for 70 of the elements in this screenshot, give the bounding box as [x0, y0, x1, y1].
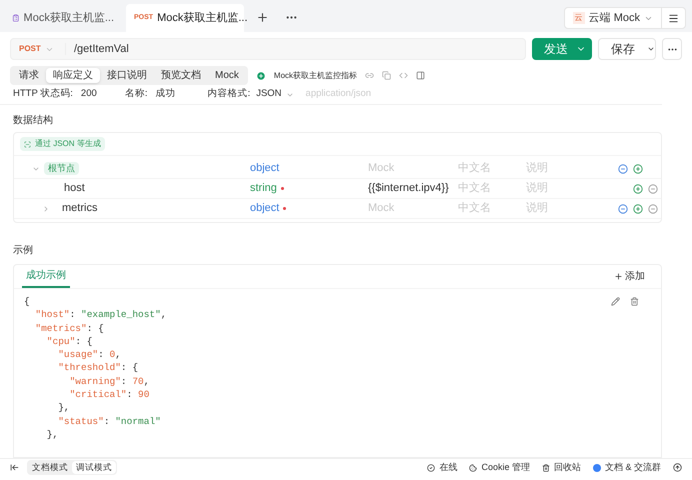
status-code-value[interactable]: 200	[80, 87, 113, 102]
required-mark[interactable]	[280, 187, 284, 190]
section-tab[interactable]: 响应定义	[46, 68, 100, 83]
field-type[interactable]: object	[250, 200, 280, 217]
url-field[interactable]: POST /getItemVal	[10, 38, 526, 60]
section-tab[interactable]: 请求	[12, 68, 46, 83]
section-title: 示例	[12, 244, 34, 258]
send-button[interactable]: 发送	[532, 38, 592, 60]
online-status[interactable]: 在线	[427, 460, 458, 474]
collapse-icon[interactable]	[618, 164, 628, 174]
mock-field[interactable]: {{$internet.ipv4}}	[368, 180, 458, 197]
add-icon[interactable]	[633, 204, 643, 214]
code-line: "cpu": {	[46, 334, 94, 348]
code-line: "metrics": {	[34, 322, 105, 335]
name-label: 名称:	[124, 87, 148, 102]
link-icon[interactable]	[365, 71, 374, 80]
plus-icon	[614, 272, 623, 281]
mode-toggle[interactable]: 调试模式	[72, 461, 116, 474]
code-line: "threshold": {	[57, 361, 140, 375]
collapse-icon[interactable]	[618, 204, 628, 214]
section-tab[interactable]: Mock	[208, 68, 246, 83]
content-format-dropdown[interactable]: JSON	[256, 87, 294, 102]
section-tab[interactable]: 预览文档	[154, 68, 208, 83]
example-tab[interactable]: 成功示例	[22, 265, 70, 288]
section-tab[interactable]: 接口说明	[100, 68, 154, 83]
status-code-label: HTTP 状态码:	[13, 87, 73, 102]
code-line: "host": "example_host",	[34, 308, 168, 322]
required-mark[interactable]	[283, 207, 286, 210]
mode-toggle[interactable]: 文档模式	[28, 461, 72, 474]
add-icon[interactable]	[633, 164, 643, 174]
scan-icon	[24, 140, 31, 148]
document-tab[interactable]: Mock获取主机监...	[4, 4, 122, 32]
document-icon	[12, 13, 20, 23]
cookie-manager-button[interactable]: Cookie 管理	[469, 460, 530, 474]
delete-icon[interactable]	[630, 297, 639, 306]
field-name: host	[64, 181, 85, 196]
collapse-sidebar-icon[interactable]	[10, 463, 19, 472]
trash-icon	[542, 464, 550, 472]
add-example-button[interactable]: 添加	[614, 269, 653, 284]
code-line: },	[57, 401, 71, 415]
tab-title: Mock获取主机监...	[24, 10, 114, 26]
check-circle-icon	[427, 464, 436, 472]
upload-icon[interactable]	[673, 463, 682, 472]
new-tab-icon[interactable]	[256, 11, 269, 24]
add-icon[interactable]	[633, 184, 643, 194]
field-type[interactable]: string	[250, 180, 277, 197]
docs-community-button[interactable]: 文档 & 交流群	[592, 460, 661, 474]
name-value[interactable]: 成功	[156, 87, 196, 102]
code-line: {	[24, 295, 31, 308]
remove-icon[interactable]	[648, 184, 658, 194]
response-name: Mock获取主机监控指标	[274, 70, 358, 82]
edit-icon[interactable]	[611, 297, 620, 306]
field-name: 根节点	[44, 162, 79, 176]
expand-caret-icon[interactable]	[42, 204, 50, 212]
code-line: "usage": 0,	[57, 348, 122, 362]
trash-button[interactable]: 回收站	[542, 460, 581, 474]
code-line: "critical": 90	[68, 388, 150, 402]
field-name: metrics	[62, 201, 98, 216]
panel-icon[interactable]	[416, 71, 426, 80]
remove-icon[interactable]	[648, 204, 658, 214]
cookie-icon	[469, 464, 478, 472]
save-button[interactable]: 保存	[598, 38, 656, 60]
code-line: },	[46, 428, 60, 442]
code-icon[interactable]	[399, 71, 408, 80]
content-format-label: 内容格式:	[208, 87, 250, 102]
copy-icon[interactable]	[382, 71, 392, 80]
section-title: 数据结构	[12, 114, 54, 128]
code-line: "warning": 70,	[68, 374, 150, 388]
code-line: "status": "normal"	[57, 414, 162, 428]
field-type[interactable]: object	[250, 160, 280, 177]
